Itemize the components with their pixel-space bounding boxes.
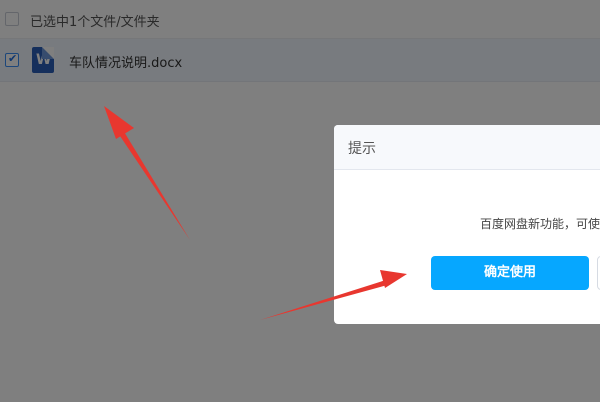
annotation-arrow-up bbox=[104, 106, 190, 240]
annotation-arrow-right bbox=[260, 270, 407, 320]
annotation-arrows bbox=[104, 106, 407, 320]
